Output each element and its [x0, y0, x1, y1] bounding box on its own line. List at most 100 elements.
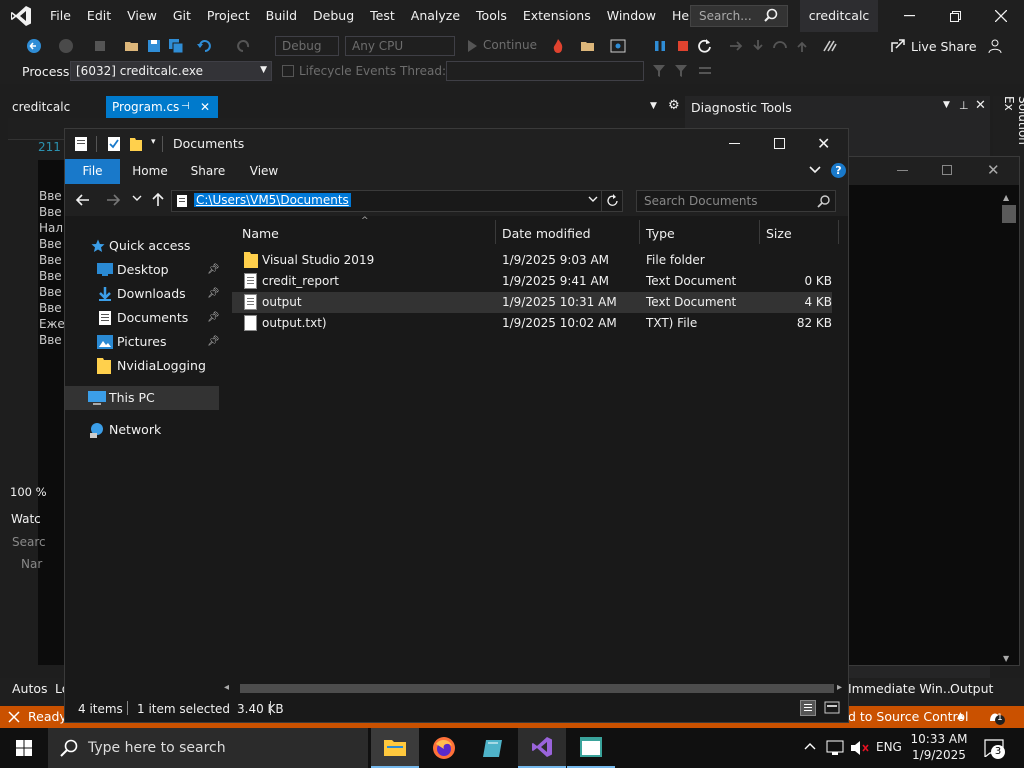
scroll-up-icon[interactable]: ▲	[1003, 193, 1009, 202]
ribbon-tab-share[interactable]: Share	[183, 159, 233, 184]
thread-combo[interactable]	[446, 61, 644, 81]
continue-play-icon[interactable]	[464, 38, 480, 54]
vs-minimize-button[interactable]	[886, 0, 932, 32]
file-row[interactable]: credit_report 1/9/2025 9:41 AM Text Docu…	[232, 271, 832, 292]
menu-test[interactable]: Test	[362, 0, 403, 32]
hot-reload-icon[interactable]	[550, 38, 566, 54]
console-maximize-icon[interactable]	[942, 165, 952, 175]
menu-debug[interactable]: Debug	[305, 0, 362, 32]
column-separator[interactable]	[759, 220, 760, 244]
explorer-close-icon[interactable]: ✕	[817, 134, 830, 153]
taskbar-app-notepad[interactable]	[469, 728, 517, 768]
step-into-icon[interactable]	[750, 38, 766, 54]
up-arrow-icon[interactable]	[150, 192, 166, 208]
clock[interactable]: 10:33 AM 1/9/2025	[908, 731, 970, 763]
explorer-maximize-icon[interactable]	[774, 138, 785, 149]
nav-nvidialogging[interactable]: NvidiaLogging	[65, 354, 219, 378]
scroll-right-icon[interactable]: ▸	[837, 682, 842, 693]
breakpoints-icon[interactable]	[822, 38, 838, 54]
add-to-source-control[interactable]: d to Source Control	[848, 709, 969, 724]
lifecycle-events-label[interactable]: Lifecycle Events	[299, 64, 396, 78]
expand-ribbon-icon[interactable]	[809, 166, 821, 174]
large-icons-view-icon[interactable]	[824, 700, 840, 716]
taskbar-file-explorer[interactable]	[371, 728, 419, 768]
platform-combo[interactable]: Any CPU	[345, 36, 455, 56]
console-scrollbar-thumb[interactable]	[1002, 205, 1016, 223]
customize-qat-icon[interactable]: ▾	[151, 137, 156, 147]
vs-close-button[interactable]	[978, 0, 1024, 32]
stack-frame-icon[interactable]	[698, 64, 712, 78]
live-share-icon[interactable]	[890, 38, 906, 54]
address-dropdown-icon[interactable]	[588, 196, 598, 203]
show-next-statement-icon[interactable]	[728, 38, 744, 54]
nav-documents[interactable]: Documents 📌︎	[65, 306, 220, 330]
console-minimize-icon[interactable]	[897, 170, 908, 171]
pin-icon[interactable]: 📌︎	[207, 258, 220, 282]
nav-downloads[interactable]: Downloads 📌︎	[65, 282, 220, 306]
menu-file[interactable]: File	[42, 0, 79, 32]
restart-icon[interactable]	[697, 38, 713, 54]
save-icon[interactable]	[146, 38, 162, 54]
settings-icon[interactable]: ⚙	[668, 98, 680, 113]
vs-restore-button[interactable]	[932, 0, 978, 32]
chevron-up-icon[interactable]: ▲	[957, 711, 964, 721]
watch-search[interactable]: Searc	[12, 535, 46, 549]
pin-icon[interactable]: 📌︎	[207, 306, 220, 330]
tab-creditcalc[interactable]: creditcalc	[6, 96, 104, 118]
pin-icon[interactable]: ⊥	[959, 99, 969, 112]
back-icon[interactable]	[26, 38, 42, 54]
console-window[interactable]: ✕ ▲ ▼	[838, 156, 1020, 666]
show-hidden-icons[interactable]	[804, 742, 816, 750]
file-row[interactable]: output.txt) 1/9/2025 10:02 AM TXT) File …	[232, 313, 832, 334]
pin-icon[interactable]: 📌︎	[207, 330, 220, 354]
filter-icon[interactable]	[652, 64, 666, 78]
step-over-icon[interactable]	[772, 38, 788, 54]
menu-git[interactable]: Git	[165, 0, 199, 32]
pin-icon[interactable]: 📌︎	[207, 282, 220, 306]
language-indicator[interactable]: ENG	[876, 740, 902, 754]
pin-icon[interactable]: ⊣	[181, 96, 190, 118]
nav-pictures[interactable]: Pictures 📌︎	[65, 330, 220, 354]
properties-check-icon[interactable]	[107, 136, 121, 152]
address-bar[interactable]: C:\Users\VM5\Documents	[171, 190, 623, 212]
nav-quick-access[interactable]: Quick access	[65, 234, 219, 258]
menu-window[interactable]: Window	[599, 0, 664, 32]
solution-explorer-side-tab[interactable]: Solution Ex	[993, 96, 1024, 162]
redo-icon[interactable]	[236, 38, 252, 54]
nav-network[interactable]: Network	[65, 418, 219, 442]
taskbar-visual-studio[interactable]	[518, 728, 566, 768]
config-combo[interactable]: Debug	[275, 36, 339, 56]
column-separator[interactable]	[639, 220, 640, 244]
menu-analyze[interactable]: Analyze	[403, 0, 468, 32]
step-out-icon[interactable]	[794, 38, 810, 54]
live-share-label[interactable]: Live Share	[911, 39, 977, 54]
taskbar-console[interactable]	[567, 728, 615, 768]
save-all-icon[interactable]	[168, 38, 184, 54]
forward-arrow-icon[interactable]	[105, 192, 121, 208]
lifecycle-icon[interactable]	[282, 65, 294, 77]
refresh-icon[interactable]	[601, 191, 623, 211]
file-row[interactable]: Visual Studio 2019 1/9/2025 9:03 AM File…	[232, 250, 832, 271]
menu-extensions[interactable]: Extensions	[515, 0, 599, 32]
ribbon-tab-view[interactable]: View	[239, 159, 289, 184]
close-tab-icon[interactable]: ✕	[200, 96, 210, 118]
column-header-type[interactable]: Type	[646, 221, 675, 247]
new-folder-icon[interactable]	[129, 136, 143, 152]
close-icon[interactable]: ✕	[975, 98, 986, 113]
zoom-level[interactable]: 100 %	[10, 485, 47, 499]
menu-build[interactable]: Build	[258, 0, 305, 32]
column-header-date-modified[interactable]: Date modified	[502, 221, 591, 247]
flag-thread-icon[interactable]	[674, 64, 688, 78]
continue-label[interactable]: Continue	[483, 38, 537, 52]
column-header-size[interactable]: Size	[766, 221, 792, 247]
file-row-selected[interactable]: output 1/9/2025 10:31 AM Text Document 4…	[232, 292, 832, 313]
ribbon-tab-home[interactable]: Home	[125, 159, 175, 184]
back-arrow-icon[interactable]	[75, 192, 91, 208]
pause-icon[interactable]	[652, 38, 668, 54]
new-project-icon[interactable]	[92, 38, 108, 54]
menu-tools[interactable]: Tools	[468, 0, 515, 32]
tab-overflow-icon[interactable]: ▼	[650, 101, 657, 111]
recent-locations-icon[interactable]	[132, 195, 142, 203]
search-documents-box[interactable]: Search Documents	[636, 190, 836, 212]
notifications-bell-icon[interactable]: 1	[986, 708, 1006, 726]
